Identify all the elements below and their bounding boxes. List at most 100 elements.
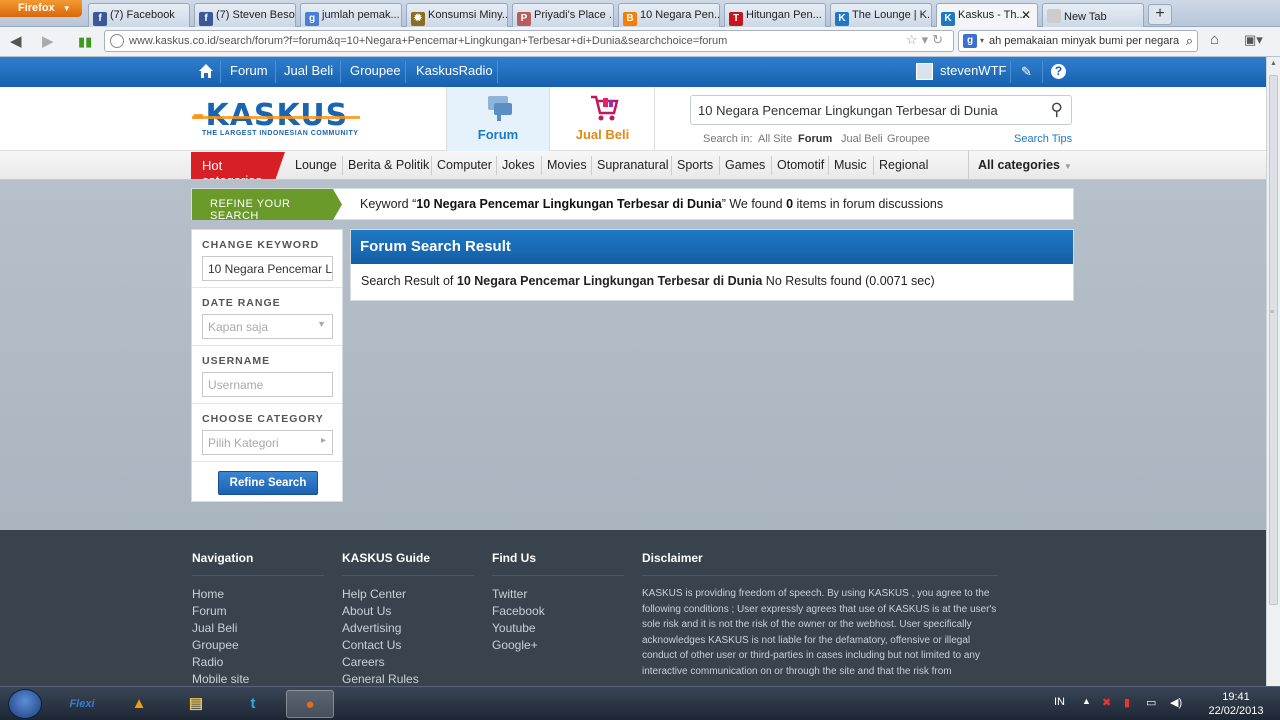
footer-link[interactable]: Twitter xyxy=(492,587,527,601)
category-lounge[interactable]: Lounge xyxy=(295,158,337,172)
browser-tab[interactable]: K The Lounge | K... xyxy=(830,3,932,27)
category-sports[interactable]: Sports xyxy=(677,158,713,172)
footer-link[interactable]: About Us xyxy=(342,604,391,618)
header-tab-jual-beli[interactable]: Jual Beli xyxy=(551,87,655,151)
home-icon[interactable] xyxy=(198,63,214,79)
browser-tab[interactable]: f (7) Facebook xyxy=(88,3,190,27)
topnav-kaskusradio[interactable]: KaskusRadio xyxy=(416,63,493,78)
footer-link[interactable]: Groupee xyxy=(192,638,239,652)
footer-link[interactable]: Facebook xyxy=(492,604,545,618)
footer-link[interactable]: Jual Beli xyxy=(192,621,237,635)
kaskus-logo[interactable]: -KASKUS THE LARGEST INDONESIAN COMMUNITY xyxy=(192,101,360,137)
language-indicator[interactable]: IN xyxy=(1054,696,1065,708)
category-games[interactable]: Games xyxy=(725,158,765,172)
refine-search-button[interactable]: Refine Search xyxy=(218,471,318,495)
all-categories-dropdown[interactable]: All categories ▼ xyxy=(968,151,1074,179)
facebook-icon: f xyxy=(199,12,213,26)
browser-tab[interactable]: T Hitungan Pen... xyxy=(724,3,826,27)
search-in-all-site[interactable]: All Site xyxy=(758,133,792,145)
browser-tab[interactable]: P Priyadi's Place ... xyxy=(512,3,614,27)
close-icon[interactable]: ✕ xyxy=(1021,8,1031,22)
search-icon[interactable]: ⚲ xyxy=(1051,100,1063,120)
search-tips-link[interactable]: Search Tips xyxy=(1014,133,1072,145)
browser-tab[interactable]: f (7) Steven Beso... xyxy=(194,3,296,27)
category-music[interactable]: Music xyxy=(834,158,867,172)
search-in-jual-beli[interactable]: Jual Beli xyxy=(841,133,883,145)
footer-link[interactable]: Help Center xyxy=(342,587,406,601)
new-tab-button[interactable]: + xyxy=(1148,4,1172,25)
browser-tab[interactable]: ✹ Konsumsi Miny... xyxy=(406,3,508,27)
category-computer[interactable]: Computer xyxy=(437,158,492,172)
pencil-icon[interactable]: ✎ xyxy=(1017,62,1036,81)
divider xyxy=(642,575,998,576)
keyword-summary-text: Keyword “10 Negara Pencemar Lingkungan T… xyxy=(360,197,943,211)
bookmarks-menu-icon[interactable]: ▣▾ xyxy=(1244,32,1263,48)
volume-icon[interactable]: ◀) xyxy=(1170,696,1182,709)
browser-tab[interactable]: B 10 Negara Pen... xyxy=(618,3,720,27)
vlc-icon[interactable]: ▲ xyxy=(115,690,163,718)
footer-link[interactable]: Advertising xyxy=(342,621,401,635)
firefox-menu-button[interactable]: Firefox ▼ xyxy=(0,0,82,17)
category-berita-politik[interactable]: Berita & Politik xyxy=(348,158,429,172)
system-clock[interactable]: 19:41 22/02/2013 xyxy=(1200,690,1272,718)
category-select[interactable]: Pilih Kategori ▸ xyxy=(202,430,333,455)
back-arrow-icon[interactable]: ◀ xyxy=(10,32,22,50)
site-search-input[interactable]: 10 Negara Pencemar Lingkungan Terbesar d… xyxy=(690,95,1072,125)
search-in-groupee[interactable]: Groupee xyxy=(887,133,930,145)
hot-categories-tab[interactable]: Hot categories xyxy=(191,152,285,179)
scroll-up-icon[interactable]: ▲ xyxy=(1270,60,1277,67)
dropdown-icon[interactable]: ▾ xyxy=(922,32,933,47)
browser-tab-bar: Firefox ▼ f (7) Facebook f (7) Steven Beso..… xyxy=(0,0,1280,28)
firefox-app-icon[interactable]: ● xyxy=(286,690,334,718)
date-range-select[interactable]: Kapan saja ▼ xyxy=(202,314,333,339)
footer-link[interactable]: Home xyxy=(192,587,224,601)
network-error-icon[interactable]: ✖ xyxy=(1102,696,1111,709)
keyword-input[interactable]: 10 Negara Pencemar Lingkungan Terbesar d… xyxy=(202,256,333,281)
footer-link[interactable]: Radio xyxy=(192,655,223,669)
browser-tab[interactable]: K Kaskus - Th... ✕ xyxy=(936,3,1038,28)
divider xyxy=(492,575,624,576)
help-icon[interactable]: ? xyxy=(1051,64,1066,79)
browser-tab[interactable]: g jumlah pemak... xyxy=(300,3,402,27)
header-tab-forum[interactable]: Forum xyxy=(446,87,550,151)
username-link[interactable]: stevenWTF xyxy=(940,63,1006,78)
topnav-jual-beli[interactable]: Jual Beli xyxy=(284,63,333,78)
signal-icon[interactable]: ▮ xyxy=(1124,696,1130,709)
reload-icon[interactable]: ↻ xyxy=(932,32,947,47)
footer-link[interactable]: General Rules xyxy=(342,672,419,686)
url-bar[interactable]: www.kaskus.co.id/search/forum?f=forum&q=… xyxy=(104,30,954,52)
search-in-forum[interactable]: Forum xyxy=(798,133,832,145)
footer-link[interactable]: Forum xyxy=(192,604,227,618)
category-supranatural[interactable]: Supranatural xyxy=(597,158,669,172)
forward-arrow-icon[interactable]: ▶ xyxy=(42,32,54,50)
footer-link[interactable]: Mobile site xyxy=(192,672,249,686)
engine-dropdown-icon[interactable]: ▾ xyxy=(980,36,984,45)
twitter-app-icon[interactable]: t xyxy=(229,690,277,718)
flexi-app-icon[interactable]: Flexi xyxy=(58,690,106,718)
battery-icon[interactable]: ▭ xyxy=(1146,696,1156,709)
category-otomotif[interactable]: Otomotif xyxy=(777,158,824,172)
scrollbar-thumb[interactable] xyxy=(1269,75,1278,605)
browser-search-input[interactable]: g ▾ ah pemakaian minyak bumi per negara … xyxy=(958,30,1198,52)
footer-link[interactable]: Careers xyxy=(342,655,385,669)
google-engine-icon[interactable]: g xyxy=(963,34,977,48)
explorer-icon[interactable]: ▤ xyxy=(172,690,220,718)
footer-link[interactable]: Google+ xyxy=(492,638,538,652)
show-hidden-icons-icon[interactable]: ▲ xyxy=(1082,696,1091,706)
home-icon[interactable]: ⌂ xyxy=(1210,31,1219,48)
footer-link[interactable]: Contact Us xyxy=(342,638,401,652)
bookmark-star-icon[interactable]: ☆ xyxy=(906,32,922,47)
change-keyword-block: CHANGE KEYWORD 10 Negara Pencemar Lingku… xyxy=(192,230,342,288)
category-jokes[interactable]: Jokes xyxy=(502,158,535,172)
browser-tab[interactable]: New Tab xyxy=(1042,3,1144,27)
windows-start-button[interactable] xyxy=(8,689,42,719)
topnav-forum[interactable]: Forum xyxy=(230,63,268,78)
footer-link[interactable]: Youtube xyxy=(492,621,536,635)
category-movies[interactable]: Movies xyxy=(547,158,587,172)
page-scrollbar[interactable]: ▲ ≡ xyxy=(1266,57,1280,686)
topnav-groupee[interactable]: Groupee xyxy=(350,63,401,78)
search-icon[interactable]: ⌕ xyxy=(1185,33,1193,49)
avatar[interactable] xyxy=(916,63,933,80)
category-regional[interactable]: Regional xyxy=(879,158,928,172)
username-input[interactable]: Username xyxy=(202,372,333,397)
